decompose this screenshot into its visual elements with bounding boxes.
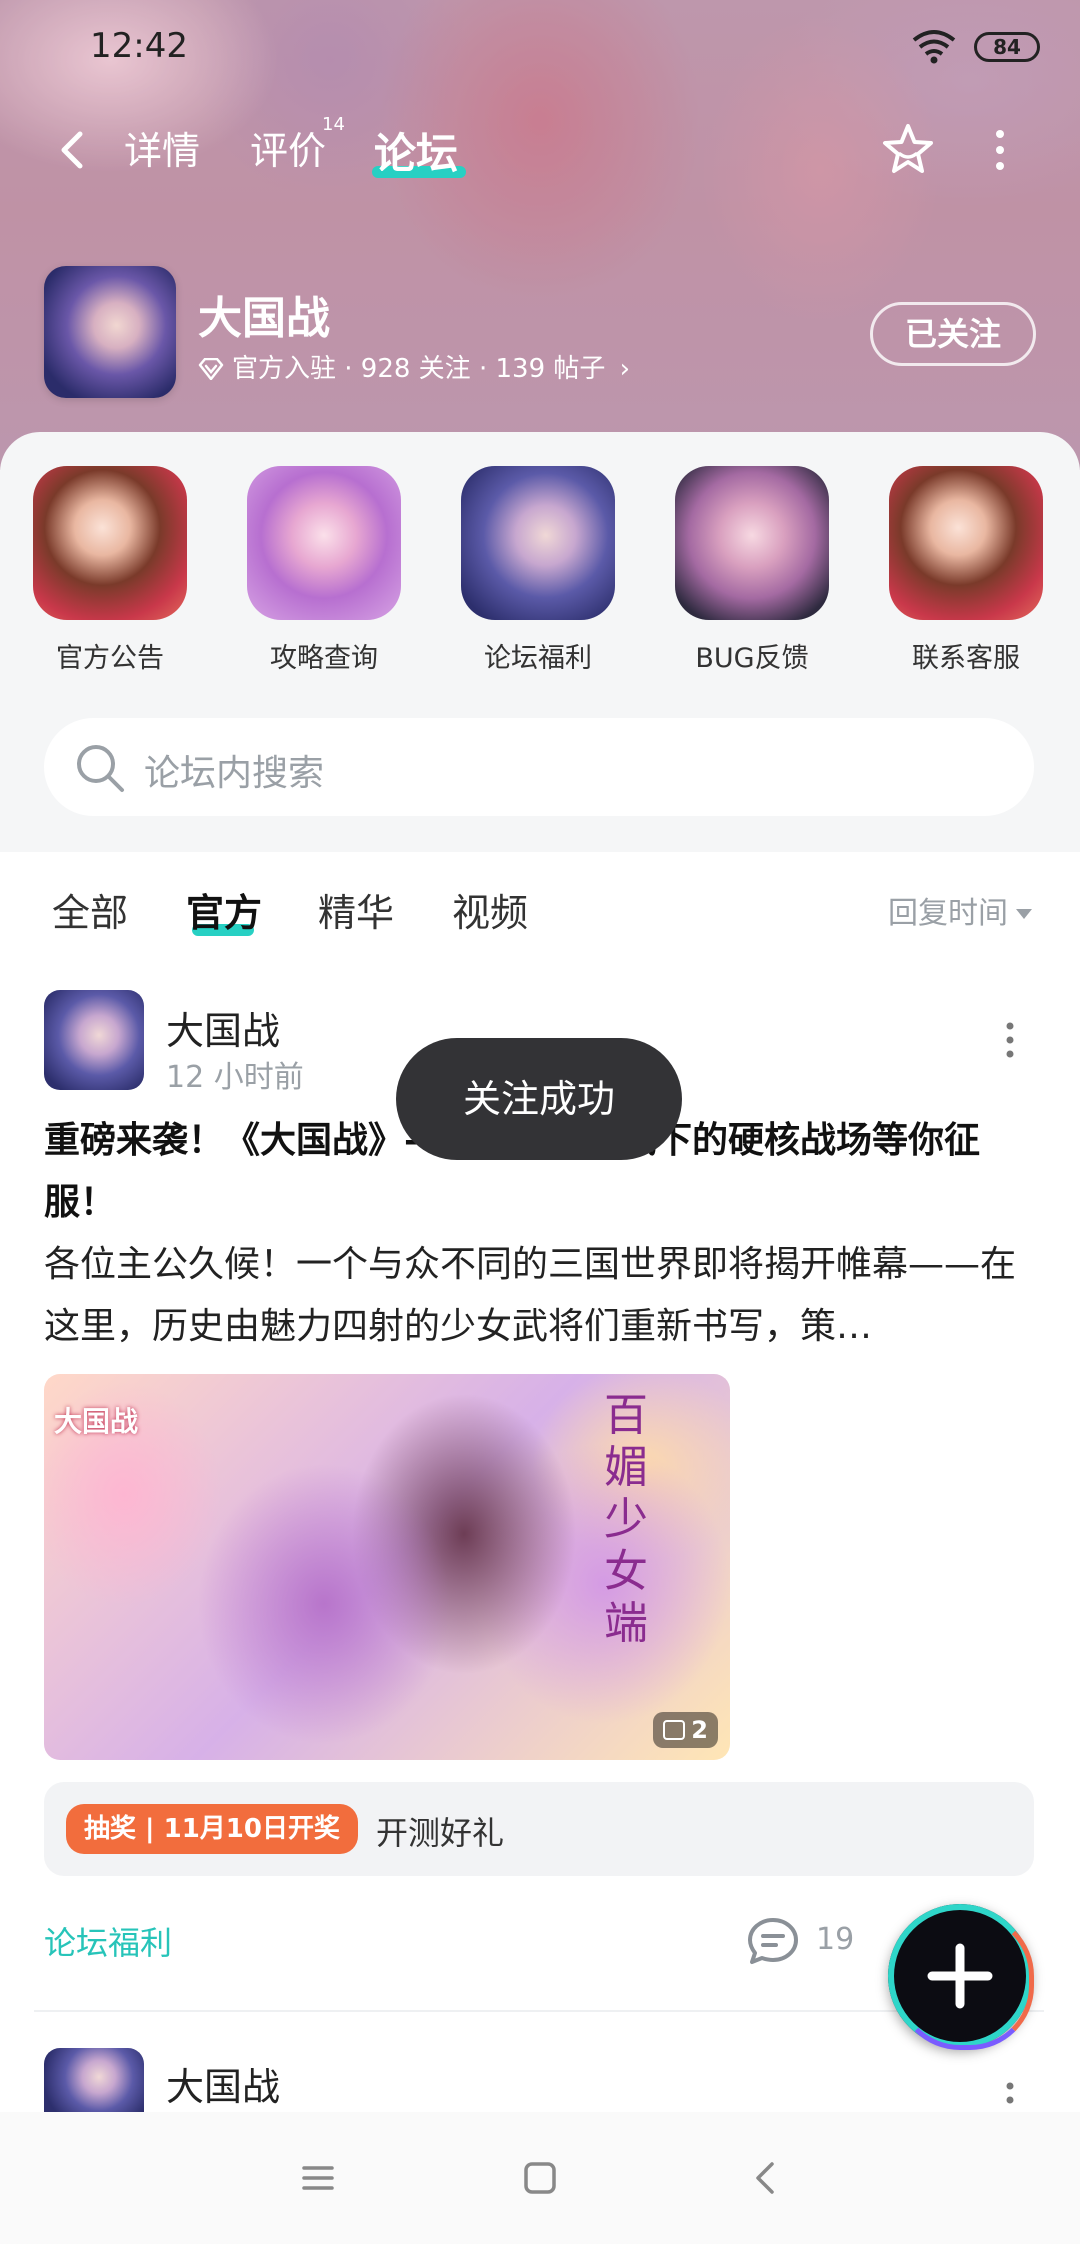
lottery-banner[interactable]: 抽奖 | 11月10日开奖 开测好礼: [44, 1782, 1034, 1876]
home-icon[interactable]: [520, 2158, 560, 2198]
filter-tab-all[interactable]: 全部: [52, 882, 128, 937]
lottery-text: 开测好礼: [376, 1814, 505, 1852]
shortcut-bug-report[interactable]: BUG反馈: [672, 466, 832, 675]
image-gallery-icon: [663, 1720, 686, 1740]
forum-page: 12:42 84 详情 评价 14 论坛 大国战 官方入驻 · 928 关注 ·…: [0, 0, 1080, 2244]
post-image[interactable]: 大国战 百媚少女端 2: [44, 1374, 730, 1760]
system-back-icon[interactable]: [746, 2158, 786, 2198]
more-options-icon[interactable]: [990, 128, 1010, 172]
avatar[interactable]: [44, 2048, 144, 2112]
welfare-icon: [461, 466, 615, 620]
comment-button[interactable]: 19: [746, 1912, 876, 1972]
sort-dropdown[interactable]: 回复时间: [888, 888, 1032, 932]
game-info: 大国战 官方入驻 · 928 关注 · 139 帖子 › 已关注: [44, 266, 1044, 398]
tab-forum[interactable]: 论坛: [374, 120, 458, 181]
comment-icon: [748, 1918, 798, 1964]
game-name: 大国战: [198, 293, 330, 344]
post-more-icon[interactable]: [1002, 1022, 1018, 1058]
filter-tab-featured[interactable]: 精华: [318, 882, 394, 937]
filter-tab-video[interactable]: 视频: [452, 882, 528, 937]
caret-down-icon: [1016, 909, 1032, 919]
post-more-icon[interactable]: [1002, 2082, 1018, 2112]
comment-count: 19: [816, 1922, 855, 1957]
shortcut-label: 攻略查询: [270, 643, 378, 674]
search-placeholder: 论坛内搜索: [144, 753, 325, 794]
search-icon: [77, 745, 124, 792]
game-avatar[interactable]: [44, 266, 176, 398]
tab-details[interactable]: 详情: [124, 120, 200, 175]
shortcut-announcements[interactable]: 官方公告: [30, 466, 190, 675]
reviews-count-badge: 14: [322, 114, 345, 135]
back-arrow-icon[interactable]: [54, 130, 94, 170]
image-calligraphy-text: 百媚少女端: [604, 1390, 648, 1649]
toast-message: 关注成功: [396, 1038, 682, 1160]
image-count: 2: [691, 1716, 708, 1744]
favorite-star-icon[interactable]: [878, 120, 938, 180]
guides-icon: [247, 466, 401, 620]
shortcut-label: 论坛福利: [484, 643, 592, 674]
follow-button[interactable]: 已关注: [870, 302, 1036, 366]
bug-report-icon: [675, 466, 829, 620]
plus-icon: [927, 1943, 993, 2009]
forum-sheet: 官方公告 攻略查询 论坛福利 BUG反馈 联系客服 论坛内搜索: [0, 432, 1080, 852]
announcements-icon: [33, 466, 187, 620]
wifi-icon: [912, 30, 956, 64]
battery-indicator: 84: [974, 32, 1040, 62]
shortcut-welfare[interactable]: 论坛福利: [458, 466, 618, 675]
post-filter-bar: 全部 官方 精华 视频 回复时间: [0, 852, 1080, 962]
shortcut-label: 官方公告: [56, 643, 164, 674]
shortcut-label: 联系客服: [912, 643, 1020, 674]
post-footer: 论坛福利 19: [44, 1912, 1034, 1972]
post-author[interactable]: 大国战: [166, 2056, 280, 2111]
post-author[interactable]: 大国战: [166, 1000, 280, 1055]
status-time: 12:42: [90, 26, 188, 66]
post-excerpt[interactable]: 各位主公久候！一个与众不同的三国世界即将揭开帷幕——在这里，历史由魅力四射的少女…: [44, 1234, 1034, 1358]
forum-tag-link[interactable]: 论坛福利: [44, 1918, 172, 1964]
chevron-right-icon: ›: [619, 354, 631, 384]
image-logo-text: 大国战: [54, 1405, 139, 1438]
game-meta[interactable]: 官方入驻 · 928 关注 · 139 帖子 ›: [198, 348, 630, 385]
post-time: 12 小时前: [166, 1060, 304, 1095]
search-input[interactable]: 论坛内搜索: [44, 718, 1034, 816]
lottery-tag: 抽奖 | 11月10日开奖: [66, 1804, 358, 1854]
sort-label: 回复时间: [888, 896, 1008, 931]
image-count-badge: 2: [653, 1712, 718, 1748]
system-navigation-bar: [0, 2112, 1080, 2244]
top-navigation: 详情 评价 14 论坛: [0, 110, 1080, 190]
shortcut-support[interactable]: 联系客服: [886, 466, 1046, 675]
shortcut-guides[interactable]: 攻略查询: [244, 466, 404, 675]
filter-tab-official[interactable]: 官方: [186, 882, 262, 937]
tab-reviews[interactable]: 评价: [250, 120, 326, 175]
menu-icon[interactable]: [298, 2158, 338, 2198]
verified-diamond-icon: [198, 358, 224, 380]
create-post-button[interactable]: [888, 1904, 1034, 2050]
support-icon: [889, 466, 1043, 620]
game-meta-text: 官方入驻 · 928 关注 · 139 帖子: [232, 354, 606, 384]
avatar[interactable]: [44, 990, 144, 1090]
shortcut-label: BUG反馈: [695, 643, 809, 674]
status-bar: 12:42 84: [0, 0, 1080, 96]
